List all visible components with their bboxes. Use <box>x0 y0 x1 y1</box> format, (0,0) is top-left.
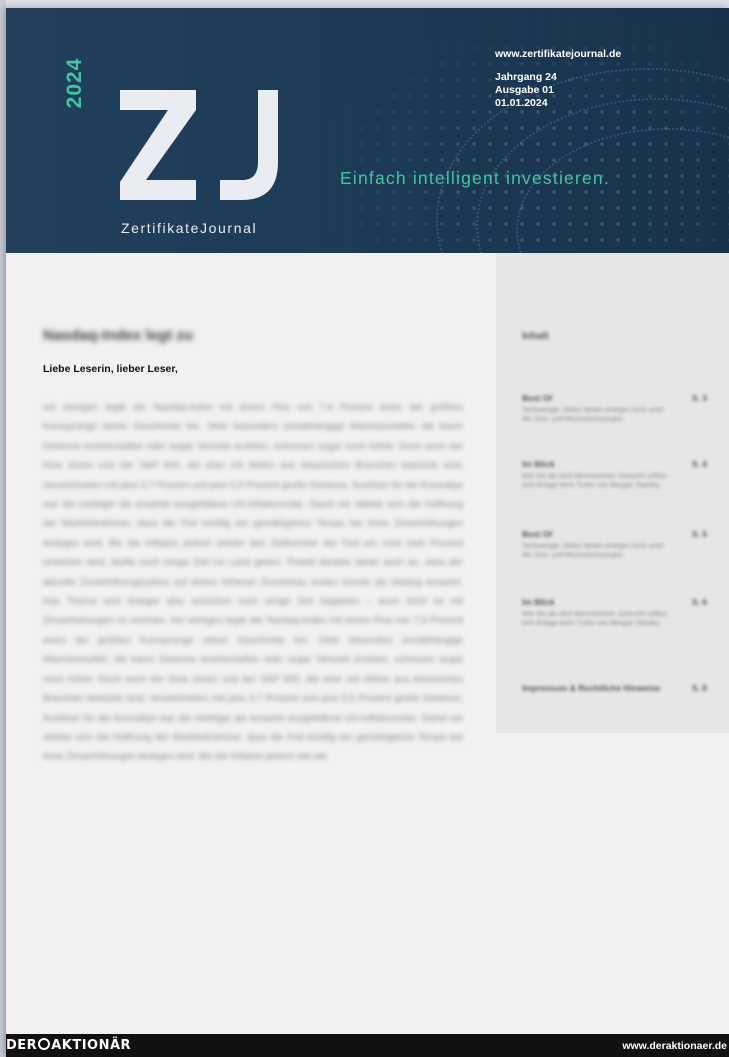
toc-item[interactable]: Im Blick S. 6 Wie Sie als wird übernommen… <box>522 597 707 628</box>
toc-item[interactable]: Best Of S. 3 Technologie: Aktien bieten A… <box>522 393 707 424</box>
toc-item[interactable]: Impressum & Rechtliche Hinweise S. 8 <box>522 683 707 693</box>
zj-logo-j-icon <box>220 90 278 200</box>
article-title: Nasdaq-Index legt zu <box>43 327 194 344</box>
issue-label: Ausgabe 01 <box>495 84 554 96</box>
footer-website-link[interactable]: www.deraktionaer.de <box>622 1040 727 1052</box>
issue-date: 01.01.2024 <box>495 97 548 109</box>
der-aktionaer-logo[interactable]: DER AKTIONÄR <box>6 1038 131 1053</box>
toc-item-desc: Technologie: Aktien bieten Anleger noch … <box>522 543 665 559</box>
toc-item-desc: Technologie: Aktien bieten Anleger noch … <box>522 407 665 423</box>
magazine-cover: 2024 ZertifikateJournal www.zertifikatej… <box>6 8 729 1057</box>
toc-item-title: Best Of <box>522 393 553 403</box>
article-body: vor wenigen legte der Nasdaq-Index mit e… <box>43 402 463 763</box>
toc-item-page: S. 4 <box>691 459 707 469</box>
bull-icon <box>38 1038 51 1050</box>
toc-item-page: S. 8 <box>691 683 707 693</box>
brand-right: AKTIONÄR <box>51 1038 132 1053</box>
logo-wordmark: ZertifikateJournal <box>121 220 258 236</box>
cover-year: 2024 <box>63 57 86 109</box>
toc-item-desc: Wie Sie als wird übernommen: Gesucht sol… <box>522 473 668 489</box>
toc-item-page: S. 6 <box>691 597 707 607</box>
issue-meta: www.zertifikatejournal.de Jahrgang 24 Au… <box>495 48 621 110</box>
toc-item[interactable]: Im Blick S. 4 Wie Sie als wird übernommen… <box>522 459 707 490</box>
slogan: Einfach intelligent investieren. <box>340 168 610 188</box>
toc-item-title: Im Blick <box>522 597 555 607</box>
toc-item-title: Best Of <box>522 529 553 539</box>
zj-logo-icon <box>120 90 196 200</box>
toc-item-title: Im Blick <box>522 459 555 469</box>
toc-item-desc: Wie Sie als wird übernommen: Gesucht sol… <box>522 611 668 627</box>
footer-bar: DER AKTIONÄR www.deraktionaer.de <box>6 1034 729 1057</box>
website-link[interactable]: www.zertifikatejournal.de <box>495 48 621 61</box>
toc-item[interactable]: Best Of S. 5 Technologie: Aktien bieten A… <box>522 529 707 560</box>
toc-item-page: S. 5 <box>691 529 707 539</box>
toc-heading: Inhalt <box>522 331 549 342</box>
cover-header: 2024 ZertifikateJournal www.zertifikatej… <box>6 8 729 253</box>
volume-label: Jahrgang 24 <box>495 71 557 83</box>
brand-left: DER <box>6 1038 38 1053</box>
article-salutation: Liebe Leserin, lieber Leser, <box>43 363 178 375</box>
toc-item-title: Impressum & Rechtliche Hinweise <box>522 683 661 693</box>
toc-item-page: S. 3 <box>691 393 707 403</box>
table-of-contents: Inhalt Best Of S. 3 Technologie: Aktien b… <box>496 253 729 733</box>
